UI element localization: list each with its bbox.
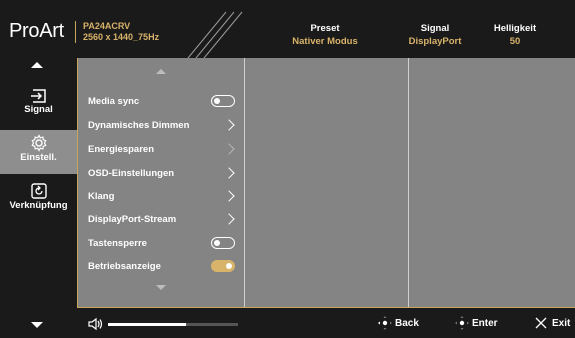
brightness-title: Helligkeit [493, 23, 537, 34]
scroll-up-arrow-icon[interactable] [156, 69, 166, 74]
joystick-press-icon [455, 316, 469, 330]
input-arrow-icon [30, 89, 46, 103]
gear-icon [30, 134, 47, 152]
enter-button[interactable]: Enter [472, 318, 498, 329]
back-button[interactable]: Back [395, 318, 419, 329]
scroll-down-arrow-icon[interactable] [156, 285, 166, 290]
volume-fill [108, 323, 186, 326]
resolution-text: 2560 x 1440_75Hz [83, 32, 160, 42]
model-info: PA24ACRV 2560 x 1440_75Hz [83, 21, 159, 43]
sidebar-item-label: Verknüpfung [9, 200, 68, 211]
sidebar-item-signal[interactable]: Signal [0, 88, 77, 128]
media-sync-toggle[interactable] [211, 95, 235, 107]
signal-value: DisplayPort [408, 36, 462, 47]
toggle-knob [214, 98, 220, 104]
signal-status: Signal DisplayPort [395, 22, 475, 48]
column-divider [244, 58, 245, 307]
preset-value: Nativer Modus [292, 36, 358, 47]
menu-item-osd-einstellungen[interactable]: OSD-Einstellungen [88, 168, 174, 179]
menu-item-tastensperre[interactable]: Tastensperre [88, 238, 147, 249]
toggle-knob [214, 240, 220, 246]
exit-button[interactable]: Exit [552, 318, 570, 329]
refresh-shortcut-icon [30, 183, 47, 199]
model-name: PA24ACRV [83, 21, 131, 31]
proart-logo: ProArt [9, 20, 64, 42]
joystick-left-icon [378, 316, 392, 330]
sidebar-item-verknuepfung[interactable]: Verknüpfung [0, 182, 77, 222]
sidebar-item-label: Signal [24, 104, 53, 115]
header-decoration-icon [187, 11, 243, 59]
menu-item-klang[interactable]: Klang [88, 191, 114, 202]
betriebsanzeige-toggle[interactable] [211, 260, 235, 272]
brightness-value: 50 [509, 36, 521, 47]
panel-left-border [77, 58, 78, 307]
preset-title: Preset [310, 23, 340, 34]
menu-item-displayport-stream[interactable]: DisplayPort-Stream [88, 214, 176, 225]
preset-status: Preset Nativer Modus [270, 22, 380, 48]
sidebar-item-label: Einstell. [20, 152, 57, 163]
logo-divider [75, 21, 76, 43]
menu-item-dynamisches-dimmen[interactable]: Dynamisches Dimmen [88, 120, 189, 131]
toggle-knob [226, 263, 232, 269]
nav-up-arrow-icon[interactable] [31, 62, 43, 68]
nav-down-arrow-icon[interactable] [31, 322, 43, 328]
menu-item-media-sync[interactable]: Media sync [88, 96, 139, 107]
osd-header: ProArt PA24ACRV 2560 x 1440_75Hz Preset … [0, 0, 575, 59]
sidebar-item-einstell[interactable]: Einstell. [0, 130, 77, 174]
volume-bar[interactable] [108, 323, 238, 326]
menu-item-betriebsanzeige[interactable]: Betriebsanzeige [88, 261, 161, 272]
column-divider [408, 58, 409, 307]
brightness-status: Helligkeit 50 [475, 22, 555, 48]
menu-item-energiesparen[interactable]: Energiesparen [88, 144, 154, 155]
tastensperre-toggle[interactable] [211, 237, 235, 249]
signal-title: Signal [420, 23, 450, 34]
category-sidebar: Signal Einstell. Verknüpfung [0, 58, 77, 337]
speaker-icon [88, 317, 103, 331]
close-icon [535, 317, 547, 329]
